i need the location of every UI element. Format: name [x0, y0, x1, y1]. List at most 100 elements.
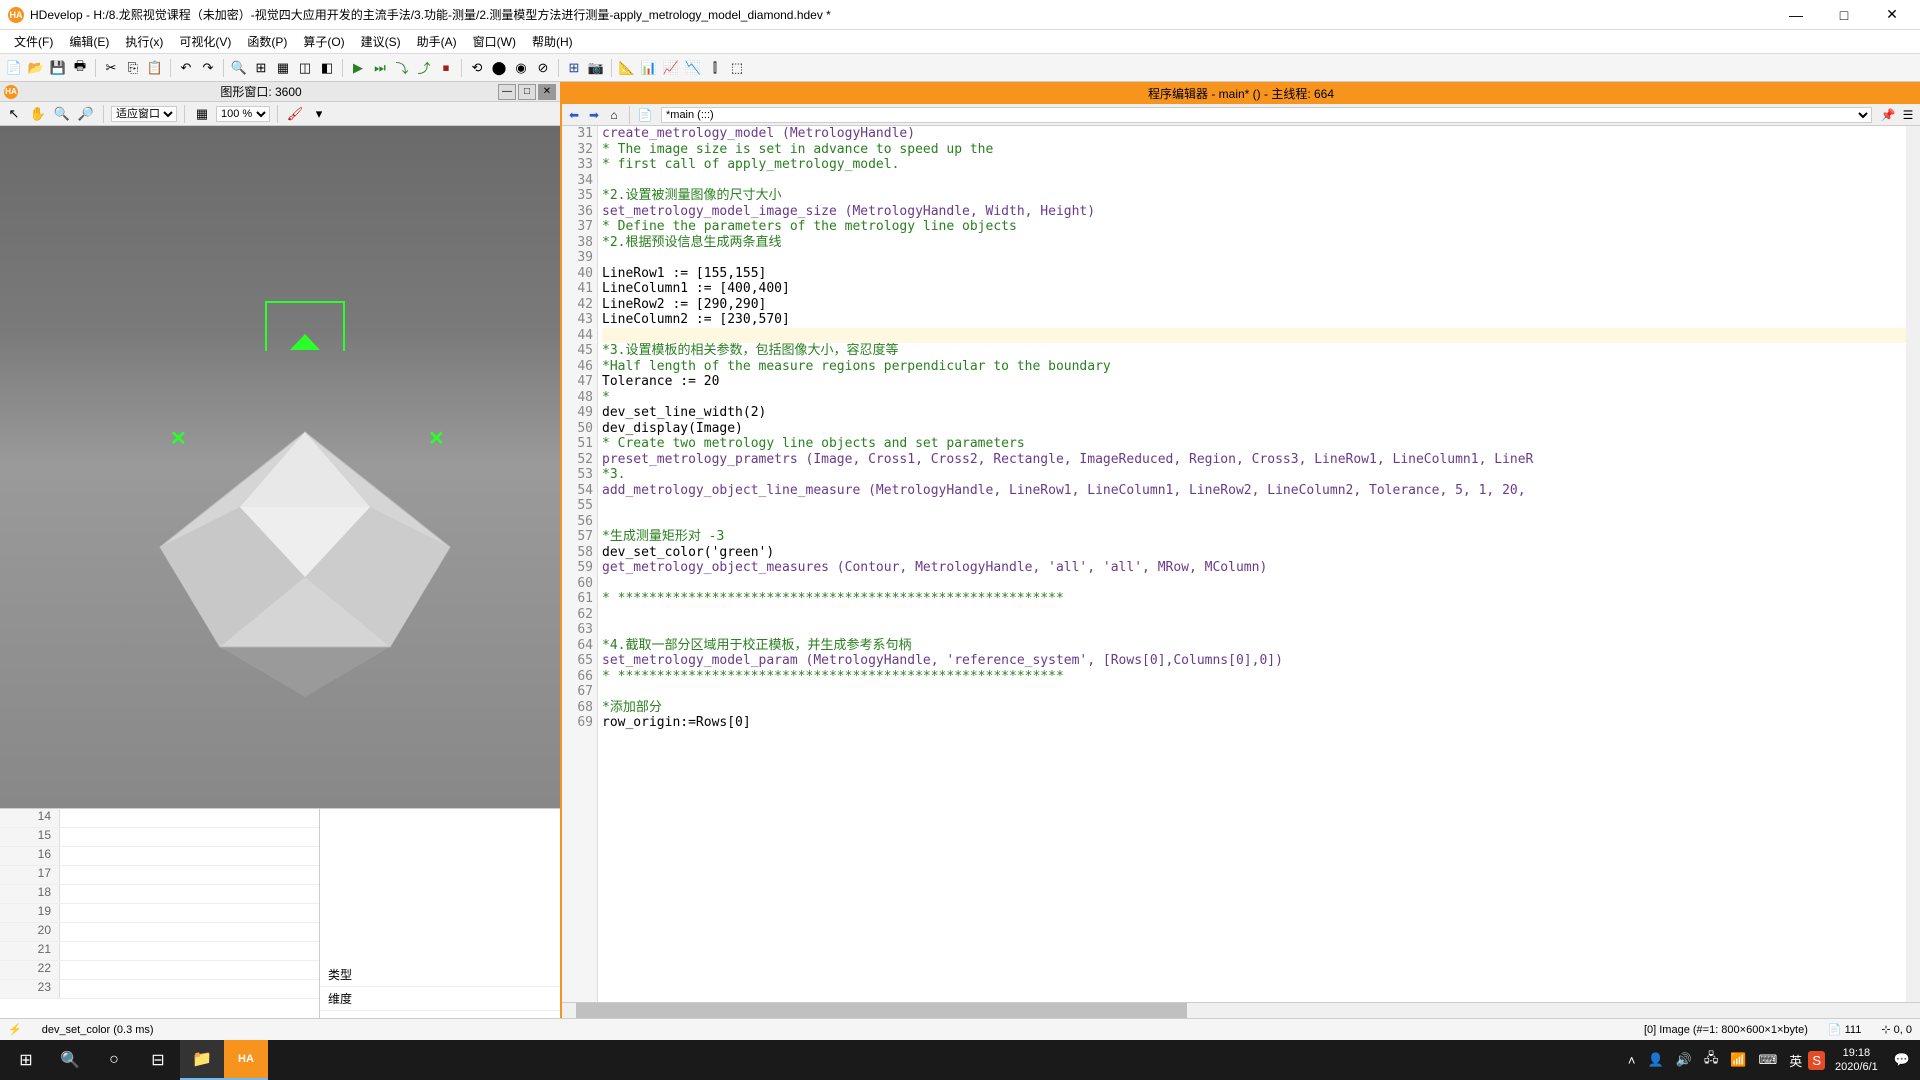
tray-network-icon[interactable]: 🖧 [1698, 1049, 1725, 1071]
chart3-icon[interactable]: 📉 [683, 58, 703, 78]
image-viewport[interactable]: ✕ ✕ [0, 126, 560, 808]
zoom-out-icon[interactable]: 🔎 [76, 104, 96, 124]
tray-volume-icon[interactable]: 🔊 [1670, 1052, 1698, 1068]
menu-functions[interactable]: 函数(P) [241, 31, 293, 52]
horizontal-scrollbar[interactable] [562, 1002, 1920, 1018]
tray-notification-icon[interactable]: 💬 [1888, 1052, 1916, 1068]
step-out-icon[interactable]: ⤴ [414, 58, 434, 78]
code-editor-header: 程序编辑器 - main* () - 主线程: 664 [562, 82, 1920, 104]
start-button[interactable]: ⊞ [4, 1040, 48, 1080]
open-icon[interactable]: 📂 [26, 58, 46, 78]
img-close-icon[interactable]: ✕ [538, 84, 556, 100]
search-icon[interactable]: 🔍 [48, 1040, 92, 1080]
chart1-icon[interactable]: 📊 [639, 58, 659, 78]
nav-pin-icon[interactable]: 📌 [1880, 107, 1896, 123]
var-icon[interactable]: ⊞ [251, 58, 271, 78]
tool-icon[interactable]: ◫ [295, 58, 315, 78]
tray-up-icon[interactable]: ˄ [1622, 1053, 1642, 1068]
menu-edit[interactable]: 编辑(E) [63, 31, 115, 52]
bottom-tables: 14 15 16 17 18 19 20 21 22 23 类型 维度 [0, 808, 560, 1018]
zoom-icon[interactable]: 🔍 [52, 104, 72, 124]
chart2-icon[interactable]: 📈 [661, 58, 681, 78]
maximize-button[interactable]: □ [1824, 1, 1864, 29]
hand-icon[interactable]: ✋ [28, 104, 48, 124]
nav-opt-icon[interactable]: ☰ [1900, 107, 1916, 123]
scrollbar[interactable] [1906, 126, 1920, 1002]
status-bar: ⚡ dev_set_color (0.3 ms) [0] Image (#=1:… [0, 1018, 1920, 1040]
window-icon[interactable]: ▦ [273, 58, 293, 78]
img-maximize-icon[interactable]: □ [518, 84, 536, 100]
line-gutter: 31 32 33 34 35 36 37 38 39 40 41 42 43 4… [562, 126, 598, 1002]
close-button[interactable]: ✕ [1872, 1, 1912, 29]
taskview-icon[interactable]: ⊟ [136, 1040, 180, 1080]
step-into-icon[interactable]: ⤵ [392, 58, 412, 78]
status-exec-icon: ⚡ [8, 1023, 22, 1036]
explorer-icon[interactable]: 📁 [180, 1040, 224, 1080]
color-icon[interactable]: 🖌 [285, 104, 305, 124]
variable-table[interactable]: 14 15 16 17 18 19 20 21 22 23 [0, 809, 320, 1018]
menu-assistant[interactable]: 助手(A) [411, 31, 463, 52]
save-icon[interactable]: 💾 [48, 58, 68, 78]
code-content[interactable]: create_metrology_model (MetrologyHandle)… [598, 126, 1920, 1002]
tray-wifi-icon[interactable]: 📶 [1724, 1052, 1752, 1068]
cortana-icon[interactable]: ○ [92, 1040, 136, 1080]
dropdown-icon[interactable]: ▾ [309, 104, 329, 124]
tray-sogou-icon[interactable]: S [1808, 1051, 1825, 1070]
run-icon[interactable]: ▶ [348, 58, 368, 78]
reset-icon[interactable]: ⟲ [467, 58, 487, 78]
bp-icon[interactable]: ⬤ [489, 58, 509, 78]
dim-label: 维度 [320, 987, 560, 1011]
paste-icon[interactable]: 📋 [145, 58, 165, 78]
menu-file[interactable]: 文件(F) [8, 31, 59, 52]
status-cursor-pos: ⊹ 0, 0 [1881, 1023, 1912, 1036]
tray-ime-icon[interactable]: 英 [1783, 1051, 1808, 1070]
status-line-icon: 📄 111 [1828, 1023, 1862, 1036]
menu-help[interactable]: 帮助(H) [526, 31, 579, 52]
chart5-icon[interactable]: ⬚ [727, 58, 747, 78]
menu-execute[interactable]: 执行(x) [119, 31, 169, 52]
minimize-button[interactable]: — [1776, 1, 1816, 29]
window-title: HDevelop - H:/8.龙熙视觉课程（未加密）-视觉四大应用开发的主流手… [30, 6, 1776, 23]
nav-fwd-icon[interactable]: ➡ [586, 107, 602, 123]
nav-home-icon[interactable]: ⌂ [606, 107, 622, 123]
hdevelop-task-icon[interactable]: HA [224, 1040, 268, 1080]
procedure-select[interactable]: *main (:::) [661, 107, 1872, 123]
print-icon[interactable]: 🖶 [70, 58, 90, 78]
cross-marker-left: ✕ [170, 426, 187, 451]
copy-icon[interactable]: ⎘ [123, 58, 143, 78]
zoom-select[interactable]: 100 % [216, 106, 270, 122]
chart4-icon[interactable]: ⫿ [705, 58, 725, 78]
status-image-info: [0] Image (#=1: 800×600×1×byte) [1644, 1024, 1808, 1036]
fit-select[interactable]: 适应窗口 [111, 106, 177, 122]
menu-visualize[interactable]: 可视化(V) [173, 31, 237, 52]
step-over-icon[interactable]: ⏭ [370, 58, 390, 78]
measure-icon[interactable]: 📐 [617, 58, 637, 78]
menu-suggest[interactable]: 建议(S) [355, 31, 407, 52]
menu-window[interactable]: 窗口(W) [467, 31, 522, 52]
tool2-icon[interactable]: ◧ [317, 58, 337, 78]
find-icon[interactable]: 🔍 [229, 58, 249, 78]
image-toolbar: ↖ ✋ 🔍 🔎 适应窗口 ▦ 100 % 🖌 ▾ [0, 102, 560, 126]
redo-icon[interactable]: ↷ [198, 58, 218, 78]
cross-marker-right: ✕ [428, 426, 445, 451]
undo-icon[interactable]: ↶ [176, 58, 196, 78]
menu-operators[interactable]: 算子(O) [297, 31, 350, 52]
nav-doc-icon[interactable]: 📄 [637, 107, 653, 123]
img-tool-icon[interactable]: ⊞ [564, 58, 584, 78]
camera-icon[interactable]: 📷 [586, 58, 606, 78]
image-window-header: HA 图形窗口: 3600 — □ ✕ [0, 82, 560, 102]
bp3-icon[interactable]: ⊘ [533, 58, 553, 78]
new-icon[interactable]: 📄 [4, 58, 24, 78]
code-editor[interactable]: 31 32 33 34 35 36 37 38 39 40 41 42 43 4… [562, 126, 1920, 1002]
pointer-icon[interactable]: ↖ [4, 104, 24, 124]
bp2-icon[interactable]: ◉ [511, 58, 531, 78]
taskbar-clock[interactable]: 19:18 2020/6/1 [1825, 1046, 1888, 1074]
nav-back-icon[interactable]: ⬅ [566, 107, 582, 123]
cut-icon[interactable]: ✂ [101, 58, 121, 78]
tray-keyboard-icon[interactable]: ⌨ [1753, 1052, 1784, 1068]
tray-person-icon[interactable]: 👤 [1641, 1052, 1669, 1068]
img-minimize-icon[interactable]: — [498, 84, 516, 100]
grid-icon[interactable]: ▦ [192, 104, 212, 124]
type-info-panel: 类型 维度 [320, 809, 560, 1018]
stop-icon[interactable]: ⏹ [436, 58, 456, 78]
